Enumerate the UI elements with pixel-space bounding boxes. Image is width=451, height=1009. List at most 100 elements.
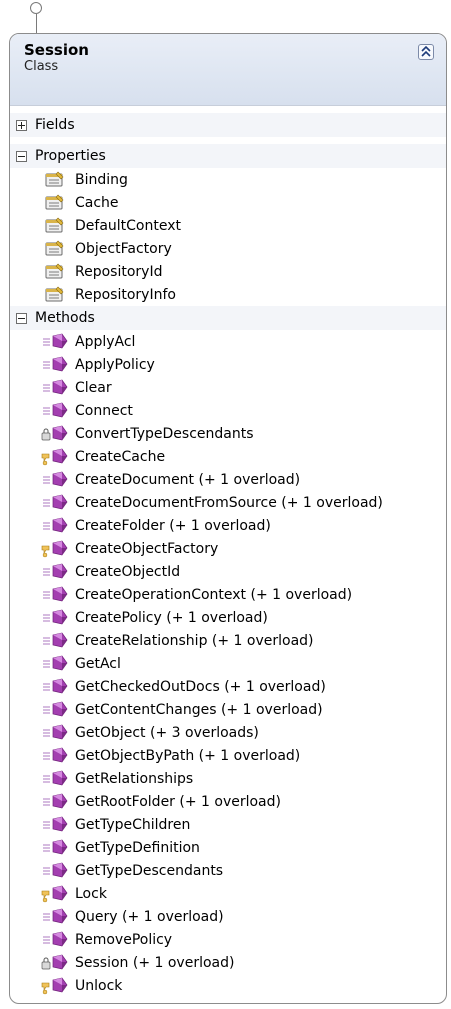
method-item[interactable]: CreateFolder (+ 1 overload) — [10, 514, 446, 537]
method-label: GetObjectByPath (+ 1 overload) — [75, 747, 301, 764]
property-item[interactable]: DefaultContext — [10, 214, 446, 237]
method-label: GetTypeChildren — [75, 816, 191, 833]
method-item[interactable]: CreateOperationContext (+ 1 overload) — [10, 583, 446, 606]
section-fields-label: Fields — [35, 117, 75, 133]
method-item[interactable]: GetTypeChildren — [10, 813, 446, 836]
public-method-icon — [40, 931, 70, 949]
method-item[interactable]: CreateDocument (+ 1 overload) — [10, 468, 446, 491]
method-label: GetTypeDefinition — [75, 839, 200, 856]
method-label: Lock — [75, 885, 107, 902]
property-icon — [40, 217, 70, 235]
method-item[interactable]: GetContentChanges (+ 1 overload) — [10, 698, 446, 721]
method-label: GetRelationships — [75, 770, 194, 787]
method-label: ConvertTypeDescendants — [75, 425, 254, 442]
method-item[interactable]: GetAcl — [10, 652, 446, 675]
method-item[interactable]: CreateCache — [10, 445, 446, 468]
method-label: ApplyAcl — [75, 333, 136, 350]
section-properties-label: Properties — [35, 148, 106, 164]
public-method-icon — [40, 402, 70, 420]
method-item[interactable]: CreateDocumentFromSource (+ 1 overload) — [10, 491, 446, 514]
method-item[interactable]: CreateObjectFactory — [10, 537, 446, 560]
method-label: CreateDocumentFromSource (+ 1 overload) — [75, 494, 383, 511]
property-label: RepositoryId — [75, 263, 163, 280]
property-item[interactable]: RepositoryInfo — [10, 283, 446, 306]
method-list: ApplyAcl ApplyPolicy Clear Connect ConvertTy… — [10, 330, 446, 997]
method-label: Unlock — [75, 977, 123, 994]
protected-method-icon — [40, 540, 70, 558]
public-method-icon — [40, 678, 70, 696]
property-list: Binding Cache DefaultContext ObjectFactory R… — [10, 168, 446, 306]
method-label: GetCheckedOutDocs (+ 1 overload) — [75, 678, 326, 695]
public-method-icon — [40, 494, 70, 512]
double-chevron-up-icon — [421, 46, 431, 57]
method-item[interactable]: GetCheckedOutDocs (+ 1 overload) — [10, 675, 446, 698]
collapse-icon[interactable] — [16, 150, 27, 162]
method-item[interactable]: Clear — [10, 376, 446, 399]
method-item[interactable]: GetObject (+ 3 overloads) — [10, 721, 446, 744]
method-label: CreateFolder (+ 1 overload) — [75, 517, 271, 534]
property-label: DefaultContext — [75, 217, 181, 234]
method-item[interactable]: Lock — [10, 882, 446, 905]
interface-lollipop-icon — [30, 0, 44, 34]
property-item[interactable]: ObjectFactory — [10, 237, 446, 260]
protected-method-icon — [40, 977, 70, 995]
public-method-icon — [40, 471, 70, 489]
method-item[interactable]: CreatePolicy (+ 1 overload) — [10, 606, 446, 629]
public-method-icon — [40, 839, 70, 857]
private-method-icon — [40, 425, 70, 443]
method-item[interactable]: CreateRelationship (+ 1 overload) — [10, 629, 446, 652]
method-item[interactable]: Session (+ 1 overload) — [10, 951, 446, 974]
method-label: CreateCache — [75, 448, 166, 465]
property-label: ObjectFactory — [75, 240, 172, 257]
section-fields[interactable]: Fields — [10, 113, 446, 137]
method-item[interactable]: RemovePolicy — [10, 928, 446, 951]
public-method-icon — [40, 333, 70, 351]
property-label: RepositoryInfo — [75, 286, 176, 303]
method-item[interactable]: GetTypeDefinition — [10, 836, 446, 859]
method-label: CreateDocument (+ 1 overload) — [75, 471, 301, 488]
method-item[interactable]: GetRelationships — [10, 767, 446, 790]
expand-icon[interactable] — [16, 119, 27, 131]
method-label: CreateRelationship (+ 1 overload) — [75, 632, 314, 649]
protected-method-icon — [40, 448, 70, 466]
class-stereotype: Class — [24, 59, 59, 74]
collapse-button[interactable] — [418, 44, 434, 60]
method-item[interactable]: Unlock — [10, 974, 446, 997]
method-item[interactable]: CreateObjectId — [10, 560, 446, 583]
public-method-icon — [40, 356, 70, 374]
public-method-icon — [40, 609, 70, 627]
method-item[interactable]: ApplyAcl — [10, 330, 446, 353]
method-item[interactable]: GetTypeDescendants — [10, 859, 446, 882]
public-method-icon — [40, 770, 70, 788]
section-properties[interactable]: Properties — [10, 144, 446, 168]
method-item[interactable]: GetObjectByPath (+ 1 overload) — [10, 744, 446, 767]
property-icon — [40, 171, 70, 189]
property-label: Cache — [75, 194, 119, 211]
property-icon — [40, 240, 70, 258]
property-item[interactable]: Cache — [10, 191, 446, 214]
method-item[interactable]: GetRootFolder (+ 1 overload) — [10, 790, 446, 813]
method-label: Session (+ 1 overload) — [75, 954, 235, 971]
property-item[interactable]: RepositoryId — [10, 260, 446, 283]
public-method-icon — [40, 747, 70, 765]
public-method-icon — [40, 632, 70, 650]
property-item[interactable]: Binding — [10, 168, 446, 191]
method-label: CreatePolicy (+ 1 overload) — [75, 609, 268, 626]
public-method-icon — [40, 655, 70, 673]
method-label: Query (+ 1 overload) — [75, 908, 224, 925]
method-item[interactable]: Query (+ 1 overload) — [10, 905, 446, 928]
class-shape[interactable]: Session Class Fields Properties Binding C… — [9, 33, 447, 1004]
public-method-icon — [40, 724, 70, 742]
public-method-icon — [40, 563, 70, 581]
method-item[interactable]: Connect — [10, 399, 446, 422]
method-item[interactable]: ConvertTypeDescendants — [10, 422, 446, 445]
collapse-icon[interactable] — [16, 312, 27, 324]
property-icon — [40, 194, 70, 212]
public-method-icon — [40, 586, 70, 604]
section-methods[interactable]: Methods — [10, 306, 446, 330]
method-label: Connect — [75, 402, 133, 419]
method-item[interactable]: ApplyPolicy — [10, 353, 446, 376]
public-method-icon — [40, 701, 70, 719]
public-method-icon — [40, 816, 70, 834]
method-label: ApplyPolicy — [75, 356, 155, 373]
